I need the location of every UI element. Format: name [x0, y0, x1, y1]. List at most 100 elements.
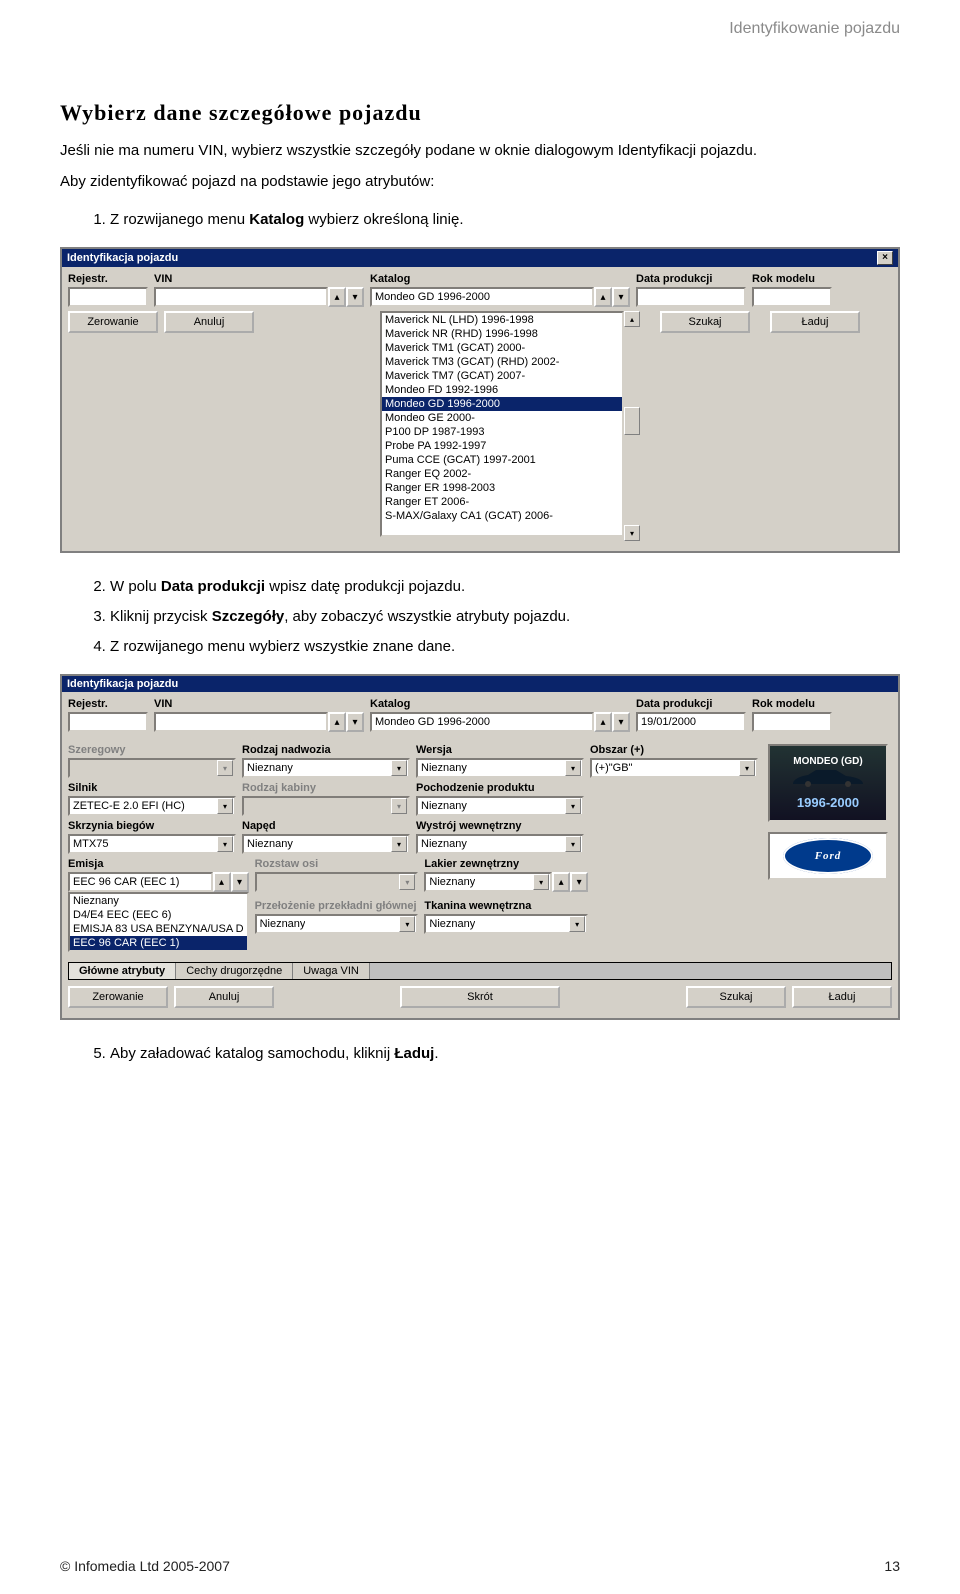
- katalog-option[interactable]: Ranger ET 2006-: [382, 495, 622, 509]
- rok-modelu-input-2[interactable]: [752, 712, 832, 732]
- chevron-down-icon[interactable]: ▾: [217, 798, 233, 814]
- skrzynia-dropdown[interactable]: MTX75▾: [68, 834, 236, 854]
- zerowanie-button[interactable]: Zerowanie: [68, 311, 158, 333]
- step-2-bold: Data produkcji: [161, 578, 265, 595]
- tab-glowne-atrybuty[interactable]: Główne atrybuty: [69, 963, 176, 979]
- chevron-down-icon[interactable]: ▾: [391, 836, 407, 852]
- naped-dropdown[interactable]: Nieznany▾: [242, 834, 410, 854]
- label-pochodzenie: Pochodzenie produktu: [416, 782, 584, 794]
- szeregowy-dropdown: ▾: [68, 758, 236, 778]
- chevron-down-icon[interactable]: ▾: [391, 760, 407, 776]
- chevron-down-icon[interactable]: ▾: [533, 874, 549, 890]
- chevron-down-icon[interactable]: ▾: [565, 760, 581, 776]
- wystroj-dropdown[interactable]: Nieznany▾: [416, 834, 584, 854]
- katalog-option[interactable]: Ranger ER 1998-2003: [382, 481, 622, 495]
- vehicle-id-dialog-1: Identyfikacja pojazdu × Rejestr. VIN ▴ ▾: [60, 247, 900, 553]
- szukaj-button-2[interactable]: Szukaj: [686, 986, 786, 1008]
- katalog-option[interactable]: Mondeo GE 2000-: [382, 411, 622, 425]
- chevron-down-icon[interactable]: ▾: [565, 836, 581, 852]
- tkanina-dropdown[interactable]: Nieznany▾: [424, 914, 588, 934]
- emisja-input[interactable]: EEC 96 CAR (EEC 1): [68, 872, 213, 892]
- katalog-option[interactable]: Ranger EQ 2002-: [382, 467, 622, 481]
- lakier-spin-down-icon[interactable]: ▾: [570, 872, 588, 892]
- lakier-dropdown[interactable]: Nieznany▾: [424, 872, 552, 892]
- header-breadcrumb: Identyfikowanie pojazdu: [729, 20, 900, 38]
- katalog-input[interactable]: Mondeo GD 1996-2000: [370, 287, 594, 307]
- silnik-dropdown[interactable]: ZETEC-E 2.0 EFI (HC)▾: [68, 796, 236, 816]
- tab-cechy-drugorzedne[interactable]: Cechy drugorzędne: [176, 963, 293, 979]
- katalog-option[interactable]: Maverick NL (LHD) 1996-1998: [382, 313, 622, 327]
- katalog-option[interactable]: P100 DP 1987-1993: [382, 425, 622, 439]
- katalog-option[interactable]: Maverick TM1 (GCAT) 2000-: [382, 341, 622, 355]
- katalog-option[interactable]: Maverick NR (RHD) 1996-1998: [382, 327, 622, 341]
- vin-input-2[interactable]: [154, 712, 328, 732]
- katalog-option[interactable]: Probe PA 1992-1997: [382, 439, 622, 453]
- vin-spin-up-icon-2[interactable]: ▴: [328, 712, 346, 732]
- chevron-down-icon[interactable]: ▾: [399, 916, 415, 932]
- chevron-down-icon: ▾: [399, 874, 415, 890]
- step-1-bold: Katalog: [249, 211, 304, 228]
- data-produkcji-input-2[interactable]: 19/01/2000: [636, 712, 746, 732]
- label-szeregowy: Szeregowy: [68, 744, 236, 756]
- katalog-spin-down-icon[interactable]: ▾: [612, 287, 630, 307]
- katalog-scrollbar[interactable]: ▴ ▾: [624, 311, 640, 541]
- scroll-down-icon[interactable]: ▾: [624, 525, 640, 541]
- katalog-spin-up-icon-2[interactable]: ▴: [594, 712, 612, 732]
- emisja-spin-up-icon[interactable]: ▴: [213, 872, 231, 892]
- emisja-listbox[interactable]: NieznanyD4/E4 EEC (EEC 6)EMISJA 83 USA B…: [68, 892, 249, 952]
- rok-modelu-input[interactable]: [752, 287, 832, 307]
- label-naped: Napęd: [242, 820, 410, 832]
- laduj-button-2[interactable]: Ładuj: [792, 986, 892, 1008]
- katalog-option[interactable]: Puma CCE (GCAT) 1997-2001: [382, 453, 622, 467]
- katalog-option[interactable]: Mondeo FD 1992-1996: [382, 383, 622, 397]
- data-produkcji-input[interactable]: [636, 287, 746, 307]
- anuluj-button-2[interactable]: Anuluj: [174, 986, 274, 1008]
- label-data-produkcji-2: Data produkcji: [636, 698, 746, 710]
- vin-spin-down-icon[interactable]: ▾: [346, 287, 364, 307]
- tab-uwaga-vin[interactable]: Uwaga VIN: [293, 963, 370, 979]
- chevron-down-icon[interactable]: ▾: [565, 798, 581, 814]
- ford-oval-icon: Ford: [783, 838, 873, 874]
- label-rejestr-2: Rejestr.: [68, 698, 148, 710]
- rejestr-input[interactable]: [68, 287, 148, 307]
- label-obszar: Obszar (+): [590, 744, 758, 756]
- pochodzenie-dropdown[interactable]: Nieznany▾: [416, 796, 584, 816]
- emisja-spin-down-icon[interactable]: ▾: [231, 872, 249, 892]
- step-3: Kliknij przycisk Szczegóły, aby zobaczyć…: [110, 605, 900, 629]
- label-lakier: Lakier zewnętrzny: [424, 858, 588, 870]
- katalog-spin-up-icon[interactable]: ▴: [594, 287, 612, 307]
- scroll-up-icon[interactable]: ▴: [624, 311, 640, 327]
- chevron-down-icon[interactable]: ▾: [739, 760, 755, 776]
- katalog-input-2[interactable]: Mondeo GD 1996-2000: [370, 712, 594, 732]
- chevron-down-icon[interactable]: ▾: [217, 836, 233, 852]
- emisja-option[interactable]: EEC 96 CAR (EEC 1): [70, 936, 247, 950]
- laduj-button[interactable]: Ładuj: [770, 311, 860, 333]
- vin-input[interactable]: [154, 287, 328, 307]
- label-vin: VIN: [154, 273, 364, 285]
- emisja-option[interactable]: Nieznany: [70, 894, 247, 908]
- zerowanie-button-2[interactable]: Zerowanie: [68, 986, 168, 1008]
- close-icon[interactable]: ×: [877, 251, 893, 265]
- vin-spin-down-icon-2[interactable]: ▾: [346, 712, 364, 732]
- wersja-dropdown[interactable]: Nieznany▾: [416, 758, 584, 778]
- anuluj-button[interactable]: Anuluj: [164, 311, 254, 333]
- chevron-down-icon[interactable]: ▾: [569, 916, 585, 932]
- emisja-option[interactable]: EMISJA 83 USA BENZYNA/USA D: [70, 922, 247, 936]
- skrot-button[interactable]: Skrót: [400, 986, 560, 1008]
- emisja-option[interactable]: D4/E4 EEC (EEC 6): [70, 908, 247, 922]
- step-2-post: wpisz datę produkcji pojazdu.: [265, 578, 465, 595]
- katalog-spin-down-icon-2[interactable]: ▾: [612, 712, 630, 732]
- katalog-option[interactable]: Maverick TM3 (GCAT) (RHD) 2002-: [382, 355, 622, 369]
- rejestr-input-2[interactable]: [68, 712, 148, 732]
- obszar-dropdown[interactable]: (+)"GB"▾: [590, 758, 758, 778]
- katalog-option[interactable]: S-MAX/Galaxy CA1 (GCAT) 2006-: [382, 509, 622, 523]
- rodzaj-nadwozia-dropdown[interactable]: Nieznany▾: [242, 758, 410, 778]
- katalog-listbox[interactable]: Maverick NL (LHD) 1996-1998Maverick NR (…: [380, 311, 624, 537]
- step-5-bold: Ładuj: [394, 1045, 434, 1062]
- vin-spin-up-icon[interactable]: ▴: [328, 287, 346, 307]
- katalog-option[interactable]: Maverick TM7 (GCAT) 2007-: [382, 369, 622, 383]
- lakier-spin-up-icon[interactable]: ▴: [552, 872, 570, 892]
- przelozenie-dropdown[interactable]: Nieznany▾: [255, 914, 419, 934]
- katalog-option[interactable]: Mondeo GD 1996-2000: [382, 397, 622, 411]
- szukaj-button[interactable]: Szukaj: [660, 311, 750, 333]
